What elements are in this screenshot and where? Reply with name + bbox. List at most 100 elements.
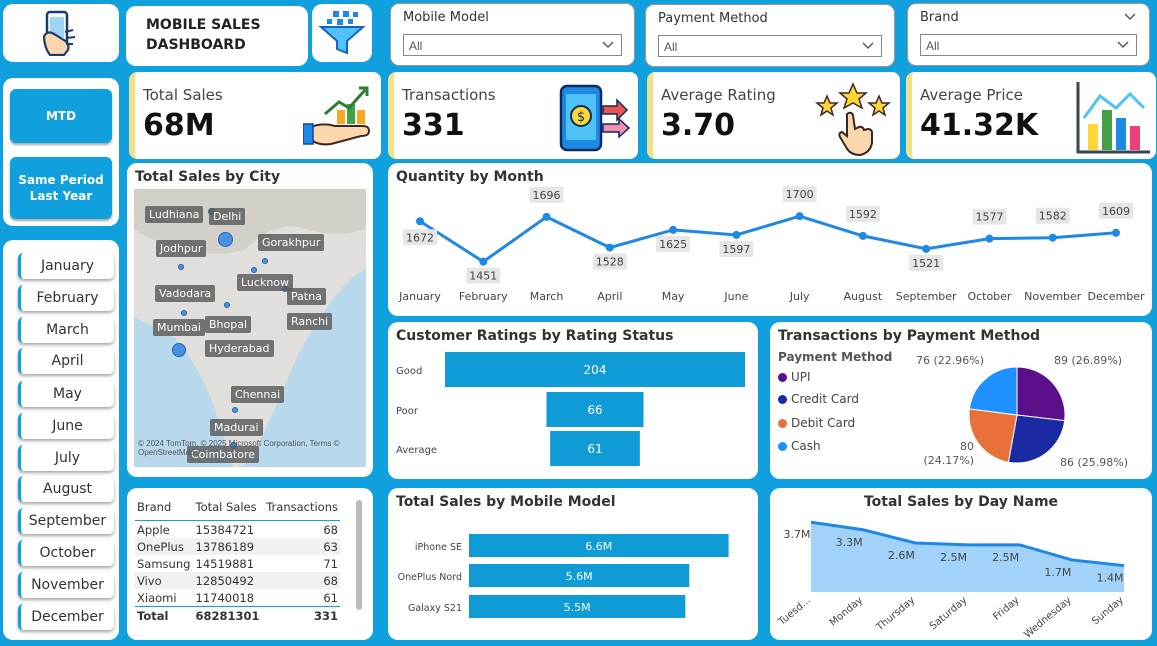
data-point [416, 217, 424, 226]
month-button[interactable]: December [18, 604, 114, 630]
slicer-label: Payment Method [658, 11, 768, 26]
table-row[interactable]: Vivo 12850492 68 [135, 572, 340, 589]
bar-value-label: 5.6M [566, 570, 593, 583]
table-cell: Vivo [135, 572, 194, 589]
india-sales-map[interactable]: Ludhiana Delhi Jodhpur Gorakhpur Lucknow… [134, 189, 366, 467]
slice-label: (24.17%) [923, 454, 974, 467]
table-cell: Xiaomi [137, 590, 177, 605]
map-bubble[interactable] [224, 302, 230, 308]
star-rating-icon [814, 82, 892, 156]
table-row[interactable]: Xiaomi 11740018 61 [135, 589, 340, 607]
month-button[interactable]: November [18, 572, 114, 598]
table-row[interactable]: OnePlus 13786189 63 [135, 538, 340, 555]
map-bubble[interactable] [262, 258, 268, 264]
chevron-down-icon[interactable] [1123, 10, 1137, 24]
month-button[interactable]: January [18, 253, 114, 279]
map-bubble[interactable] [232, 407, 238, 413]
month-button[interactable]: September [18, 508, 114, 534]
column-header[interactable]: Brand [135, 498, 194, 521]
x-tick-label: December [1087, 290, 1145, 303]
table-cell: Apple [137, 522, 170, 537]
kpi-average-price: Average Price 41.32K [906, 72, 1156, 159]
table-scrollbar[interactable] [356, 500, 362, 610]
city-label: Jodhpur [156, 240, 207, 257]
data-point [605, 243, 614, 252]
dropdown-value: All [664, 40, 678, 54]
x-tick-label: October [967, 290, 1011, 303]
table-cell: 11740018 [195, 590, 255, 605]
bar-value-label: 204 [584, 363, 607, 377]
column-header[interactable]: Transactions [262, 498, 340, 521]
filter-card[interactable] [312, 4, 372, 62]
model-bar-chart[interactable]: 6.6M iPhone SE 5.6M OnePlus Nord 5.5M Galaxy … [388, 488, 758, 640]
map-bubble[interactable] [181, 310, 187, 316]
map-bubble[interactable] [218, 232, 233, 247]
mtd-button[interactable]: MTD [10, 89, 112, 143]
bar-value-label: 66 [587, 403, 602, 417]
month-button[interactable]: May [18, 381, 114, 407]
day-area-chart[interactable]: 3.7M Tuesd... 3.3M Monday 2.6M Thursday 2.5M Sa… [770, 488, 1152, 640]
month-button[interactable]: February [18, 285, 114, 311]
ratings-card: Customer Ratings by Rating Status 204 Goo… [388, 322, 758, 479]
mobile-model-dropdown[interactable]: All [403, 34, 622, 56]
month-button[interactable]: August [18, 476, 114, 502]
x-tick-label: Saturday [928, 595, 970, 632]
brand-table: Brand Total Sales Transactions Apple 1538… [135, 498, 340, 624]
ratings-bar-chart[interactable]: 204 Good 66 Poor 61 Average [388, 322, 758, 479]
data-label: 1.4M [1097, 572, 1124, 585]
map-bubble[interactable] [172, 343, 186, 357]
bar-chart-icon [1076, 82, 1150, 154]
table-row[interactable]: Apple 15384721 68 [135, 521, 340, 539]
quantity-line-chart[interactable]: 1672 January 1451 February 1696 March 1528 Apri… [388, 163, 1152, 316]
brand-dropdown[interactable]: All [920, 34, 1137, 56]
chevron-down-icon [1117, 41, 1129, 48]
category-label: Good [396, 366, 422, 377]
table-header-row: Brand Total Sales Transactions [135, 498, 340, 521]
data-point [985, 234, 994, 243]
data-label: 3.3M [836, 536, 863, 549]
page-title: MOBILE SALES DASHBOARD [146, 17, 261, 53]
data-point [669, 225, 678, 234]
phone-hand-icon [42, 10, 76, 56]
mobile-payment-icon: $ [559, 84, 631, 152]
table-cell: 68 [262, 572, 340, 589]
data-label: 1582 [1039, 210, 1067, 223]
x-tick-label: April [597, 290, 622, 303]
city-label: Ranchi [287, 313, 333, 330]
sales-growth-icon [303, 86, 371, 146]
map-bubble[interactable] [178, 264, 184, 270]
chevron-down-icon [602, 41, 614, 48]
table-cell: 13786189 [193, 538, 263, 555]
map-bubble[interactable] [251, 267, 257, 273]
payment-method-card: Transactions by Payment Method Payment M… [770, 322, 1152, 479]
payment-pie-chart[interactable]: 89 (26.89%) 86 (25.98%) 80(24.17%) 76 (22.9… [770, 322, 1152, 479]
payment-method-dropdown[interactable]: All [658, 35, 882, 57]
data-point [542, 212, 551, 221]
chevron-down-icon [862, 42, 874, 49]
table-cell: 63 [262, 538, 340, 555]
brand-table-card: Brand Total Sales Transactions Apple 1538… [127, 488, 373, 640]
table-row[interactable]: Samsung 14519881 71 [135, 555, 340, 572]
same-period-last-year-button[interactable]: Same Period Last Year [10, 157, 112, 219]
kpi-label: Total Sales [143, 86, 223, 104]
month-button[interactable]: July [18, 445, 114, 471]
x-tick-label: February [459, 290, 508, 303]
month-button[interactable]: March [18, 317, 114, 343]
data-label: 1625 [659, 238, 687, 251]
city-label: Vadodara [155, 285, 216, 302]
month-button[interactable]: October [18, 540, 114, 566]
month-button[interactable]: April [18, 348, 114, 374]
data-label: 1451 [469, 270, 497, 283]
table-cell: 68 [323, 522, 338, 537]
column-header[interactable]: Total Sales [193, 498, 263, 521]
table-total-row: Total 68281301 331 [135, 606, 340, 624]
x-tick-label: March [530, 290, 564, 303]
x-tick-label: Thursday [874, 595, 918, 634]
slicer-label: Mobile Model [403, 10, 489, 25]
month-button[interactable]: June [18, 413, 114, 439]
category-label: Galaxy S21 [408, 603, 462, 614]
data-label: 1609 [1102, 205, 1130, 218]
title-card: MOBILE SALES DASHBOARD [126, 6, 308, 66]
x-tick-label: Sunday [1090, 595, 1126, 628]
table-cell: 12850492 [193, 572, 263, 589]
